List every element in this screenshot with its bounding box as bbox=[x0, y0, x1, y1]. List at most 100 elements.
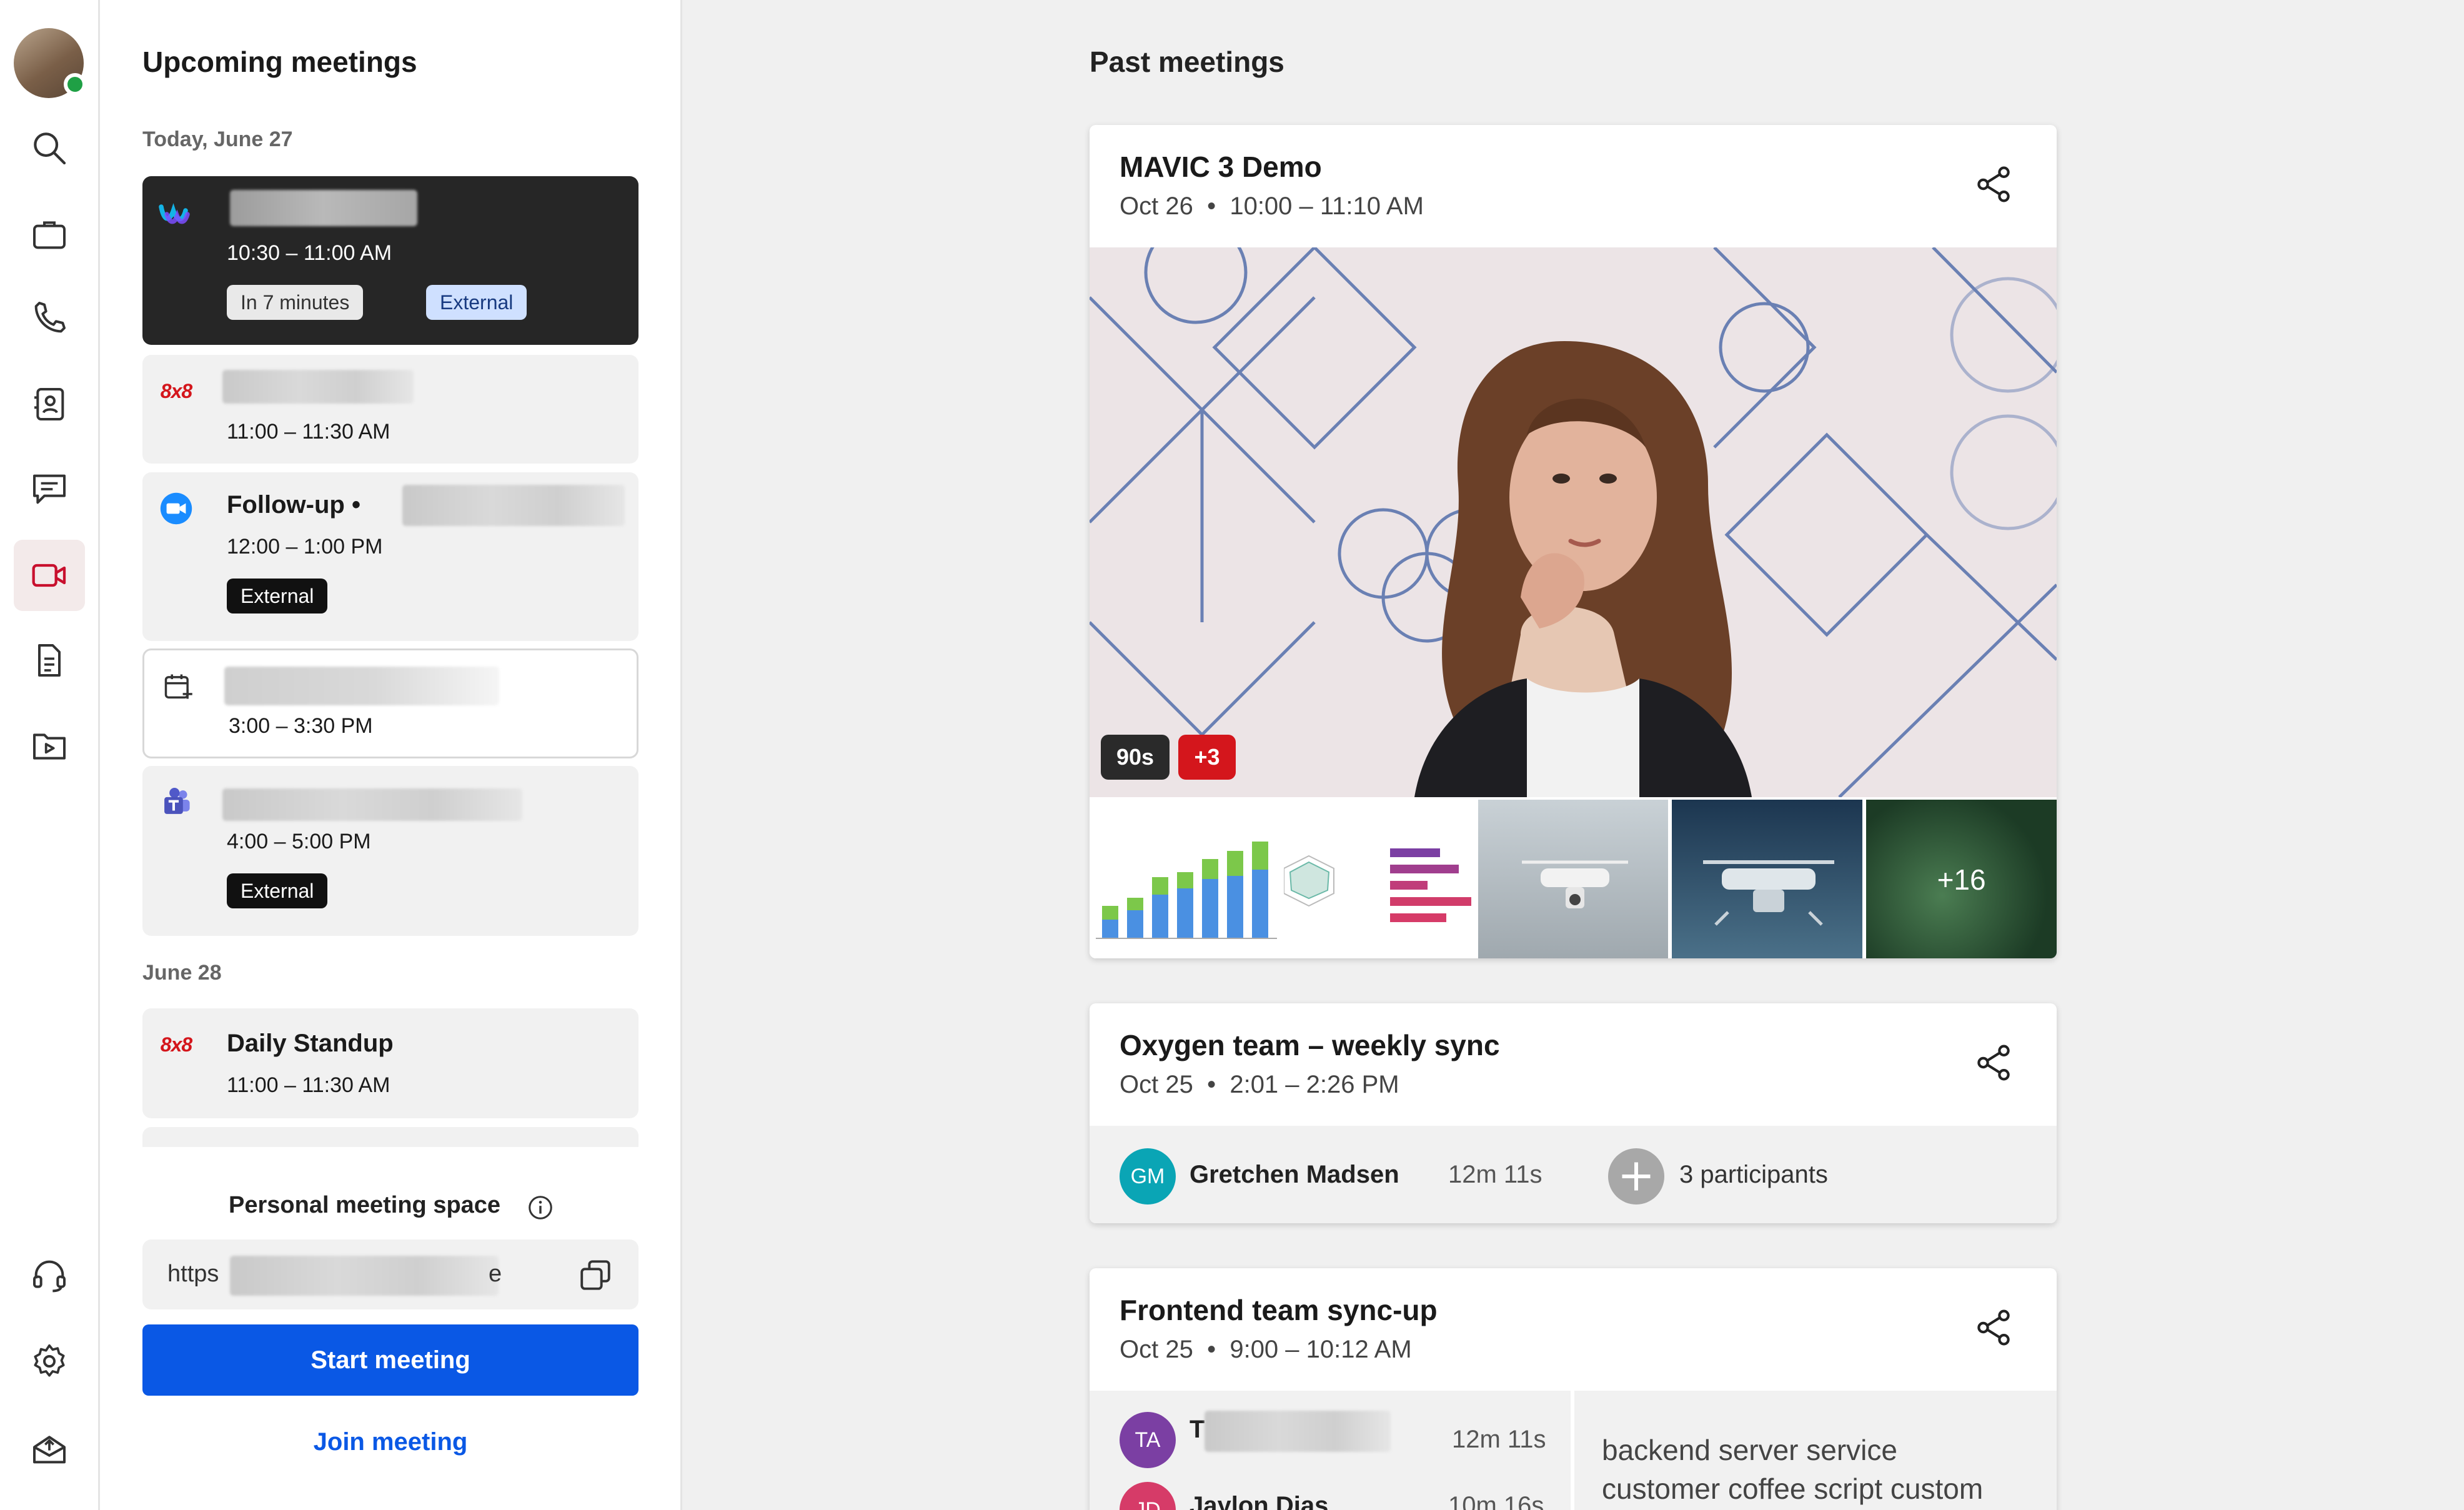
past-meeting-card-2[interactable]: Oxygen team – weekly sync Oct 25 • 2:01 … bbox=[1090, 1003, 2057, 1223]
gear-icon bbox=[34, 1344, 65, 1377]
external-badge: External bbox=[426, 285, 527, 320]
participant-avatar: JD bbox=[1120, 1482, 1176, 1510]
share-icon bbox=[1977, 166, 2010, 202]
participants-list: TA T 12m 11s JD Jaylon Dias 10m 16s bbox=[1090, 1391, 1571, 1510]
radar-chart-thumbnail-image bbox=[1283, 848, 1471, 922]
share-icon bbox=[1977, 1045, 2010, 1081]
nav-calls-button[interactable] bbox=[14, 282, 85, 354]
info-icon[interactable] bbox=[526, 1193, 555, 1222]
thumbnail-radar-chart[interactable] bbox=[1283, 800, 1474, 958]
meeting-item-2[interactable]: 8x8 11:00 – 11:30 AM bbox=[142, 355, 638, 464]
more-participants-button[interactable] bbox=[1608, 1148, 1664, 1205]
past-meeting-card-3[interactable]: Frontend team sync-up Oct 25 • 9:00 – 10… bbox=[1090, 1268, 2057, 1510]
meeting-item-6[interactable]: 8x8 Daily Standup 11:00 – 11:30 AM bbox=[142, 1008, 638, 1118]
duration-badge: 90s bbox=[1101, 735, 1170, 780]
thumbnail-drone-photo-2[interactable] bbox=[1672, 800, 1863, 958]
nav-messages-button[interactable] bbox=[14, 454, 85, 525]
contacts-icon bbox=[34, 388, 64, 420]
recording-thumbnail-image bbox=[1090, 247, 2057, 797]
date-heading-june-28: June 28 bbox=[142, 961, 222, 985]
meeting-time: 11:00 – 11:30 AM bbox=[227, 1073, 390, 1097]
starts-soon-badge: In 7 minutes bbox=[227, 285, 364, 320]
meeting-time: 10:30 – 11:00 AM bbox=[227, 241, 392, 265]
participant-avatar: GM bbox=[1120, 1148, 1176, 1205]
phone-icon bbox=[34, 302, 66, 333]
copy-link-button[interactable] bbox=[577, 1257, 614, 1293]
meeting-link-start: https bbox=[167, 1261, 219, 1287]
external-badge: External bbox=[227, 873, 328, 908]
join-meeting-link[interactable]: Join meeting bbox=[142, 1428, 638, 1456]
meeting-title: Frontend team sync-up bbox=[1120, 1294, 1438, 1326]
share-button[interactable] bbox=[1973, 1307, 2014, 1348]
nav-contacts-button[interactable] bbox=[14, 369, 85, 440]
nav-documents-button[interactable] bbox=[14, 625, 85, 696]
share-button[interactable] bbox=[1973, 164, 2014, 205]
meeting-item-5[interactable]: 4:00 – 5:00 PM External bbox=[142, 766, 638, 936]
personal-meeting-link-field[interactable]: https e bbox=[142, 1239, 638, 1309]
participant-name: T bbox=[1190, 1416, 1205, 1443]
meeting-item-1[interactable]: 10:30 – 11:00 AM In 7 minutes External bbox=[142, 176, 638, 345]
share-button[interactable] bbox=[1973, 1042, 2014, 1083]
meeting-title: Follow-up • bbox=[227, 491, 360, 519]
participant-avatar: TA bbox=[1120, 1412, 1176, 1468]
redacted-link bbox=[230, 1256, 499, 1296]
past-meetings-title: Past meetings bbox=[1090, 46, 1284, 78]
presence-available-icon bbox=[64, 73, 86, 96]
meeting-time: 11:00 – 11:30 AM bbox=[227, 420, 390, 444]
meeting-recording-preview[interactable]: 90s +3 bbox=[1090, 247, 2057, 797]
bar-chart-thumbnail-image bbox=[1096, 842, 1277, 939]
nav-meetings-button[interactable] bbox=[14, 540, 85, 611]
video-camera-icon bbox=[32, 564, 66, 587]
date-heading-today: Today, June 27 bbox=[142, 127, 293, 151]
meeting-time: 3:00 – 3:30 PM bbox=[229, 714, 373, 738]
participant-duration: 10m 16s bbox=[1448, 1492, 1544, 1510]
chat-icon bbox=[33, 474, 66, 504]
participant-name: Jaylon Dias bbox=[1190, 1492, 1329, 1510]
meeting-date-time: Oct 26 • 10:00 – 11:10 AM bbox=[1120, 192, 1424, 220]
meeting-date-time: Oct 25 • 2:01 – 2:26 PM bbox=[1120, 1071, 1399, 1098]
zoom-logo-icon bbox=[157, 490, 195, 527]
search-button[interactable] bbox=[14, 112, 85, 184]
thumbnail-bar-chart[interactable] bbox=[1090, 800, 1280, 958]
redacted-title bbox=[222, 788, 522, 821]
start-meeting-button[interactable]: Start meeting bbox=[142, 1324, 638, 1396]
keywords-line-2: customer coffee script custom bbox=[1602, 1473, 1984, 1505]
meeting-item-4[interactable]: 3:00 – 3:30 PM bbox=[142, 648, 638, 758]
redacted-title bbox=[230, 190, 417, 226]
mail-box-icon bbox=[33, 1436, 66, 1464]
meeting-title: MAVIC 3 Demo bbox=[1120, 151, 1322, 183]
help-button[interactable] bbox=[14, 1239, 85, 1311]
keywords-panel: backend server service customer coffee s… bbox=[1574, 1391, 2057, 1510]
nav-rail bbox=[0, 0, 100, 1510]
plus-icon bbox=[1622, 1162, 1651, 1191]
participant-duration: 12m 11s bbox=[1448, 1161, 1542, 1188]
search-icon bbox=[34, 132, 66, 165]
redacted-title bbox=[222, 370, 414, 404]
nav-recordings-button[interactable] bbox=[14, 711, 85, 782]
meeting-item-partial[interactable] bbox=[142, 1127, 638, 1147]
meeting-time: 4:00 – 5:00 PM bbox=[227, 830, 371, 853]
share-icon bbox=[1977, 1309, 2010, 1346]
external-badge: External bbox=[227, 579, 328, 613]
briefcase-icon bbox=[33, 221, 66, 249]
extra-participants-badge: +3 bbox=[1178, 735, 1236, 780]
video-folder-icon bbox=[33, 733, 66, 760]
whats-new-button[interactable] bbox=[14, 1413, 85, 1484]
nav-work-button[interactable] bbox=[14, 199, 85, 270]
meeting-item-3[interactable]: Follow-up • 12:00 – 1:00 PM External bbox=[142, 472, 638, 641]
teams-logo-icon bbox=[157, 783, 195, 821]
upcoming-title: Upcoming meetings bbox=[142, 46, 417, 78]
user-avatar[interactable] bbox=[14, 28, 86, 98]
shared-content-thumbnails: +16 bbox=[1090, 800, 2057, 958]
settings-button[interactable] bbox=[14, 1326, 85, 1397]
participants-strip: GM Gretchen Madsen 12m 11s 3 participant… bbox=[1090, 1126, 2057, 1223]
thumbnail-drone-photo-1[interactable] bbox=[1478, 800, 1669, 958]
thumbnail-more[interactable]: +16 bbox=[1866, 800, 2057, 958]
meeting-title: Oxygen team – weekly sync bbox=[1120, 1029, 1500, 1061]
past-meeting-card-1[interactable]: MAVIC 3 Demo Oct 26 • 10:00 – 11:10 AM 9… bbox=[1090, 125, 2057, 958]
meeting-title: Daily Standup bbox=[227, 1030, 394, 1057]
participant-name: Gretchen Madsen bbox=[1190, 1161, 1399, 1188]
8x8-logo-icon: 8x8 bbox=[160, 1033, 192, 1056]
redacted-title bbox=[224, 667, 499, 705]
document-icon bbox=[38, 644, 61, 677]
